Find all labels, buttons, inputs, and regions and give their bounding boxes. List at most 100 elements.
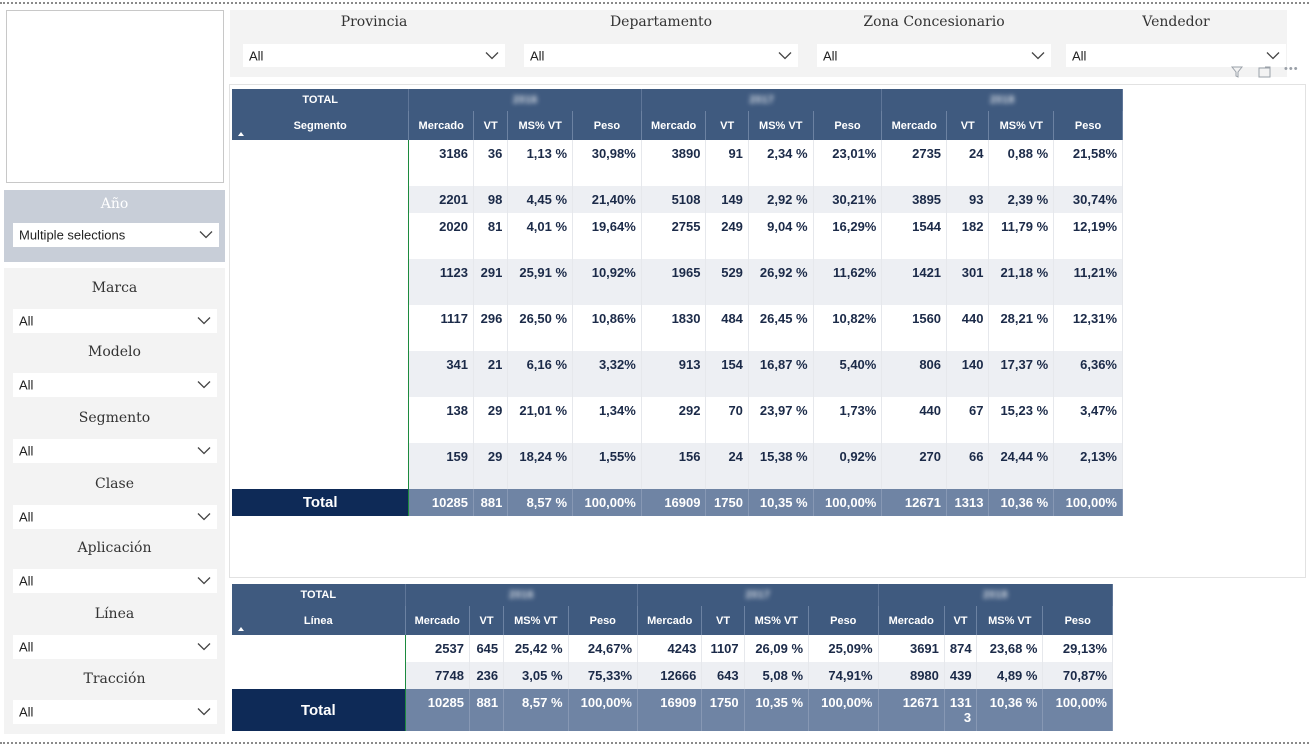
table-cell[interactable]: 156 [641,443,707,489]
table-cell[interactable]: 1560 [881,305,948,351]
row-label-cell[interactable] [232,443,410,489]
table-cell[interactable]: 301 [946,259,990,305]
total-cell[interactable]: 10,36 % [988,489,1055,516]
slicer-dropdown-1[interactable]: All [13,373,217,397]
year-header[interactable]: 2016 [408,89,642,111]
table-cell[interactable]: 23,68 % [976,635,1044,662]
table-cell[interactable]: 28,21 % [988,305,1055,351]
table-cell[interactable]: 1965 [641,259,707,305]
table-cell[interactable]: 29 [473,443,509,489]
measure-header[interactable]: VT [944,606,978,635]
table-cell[interactable]: 17,37 % [988,351,1055,397]
table-cell[interactable]: 3890 [641,140,707,186]
measure-header[interactable]: VT [946,111,990,140]
table-cell[interactable]: 4,89 % [976,662,1044,689]
year-header[interactable]: 2018 [878,584,1113,606]
measure-header[interactable]: Mercado [881,111,948,140]
slicer-dropdown-0[interactable]: All [13,309,217,333]
total-row[interactable]: Total 10285 881 8,57 % 100,00% 16909 1750 10,35… [232,489,1123,516]
table-cell[interactable]: 2,34 % [748,140,814,186]
total-cell[interactable]: 10285 [405,689,470,731]
table-cell[interactable]: 25,91 % [507,259,574,305]
table-cell[interactable]: 5,08 % [744,662,810,689]
table-cell[interactable]: 440 [946,305,990,351]
table-cell[interactable]: 30,98% [572,140,642,186]
table-cell[interactable]: 154 [705,351,749,397]
focus-mode-icon[interactable] [1258,66,1271,80]
table-cell[interactable]: 25,42 % [503,635,569,662]
table-cell[interactable]: 16,29% [813,213,883,259]
year-header[interactable]: 2017 [641,89,883,111]
table-cell[interactable]: 23,97 % [748,397,814,443]
table-cell[interactable]: 18,24 % [507,443,574,489]
measure-header[interactable]: MS% VT [976,606,1044,635]
table-cell[interactable]: 2,13% [1053,443,1123,489]
table-cell[interactable]: 9,04 % [748,213,814,259]
table-cell[interactable]: 11,21% [1053,259,1123,305]
table-cell[interactable]: 2201 [408,186,475,213]
table-cell[interactable]: 0,92% [813,443,883,489]
table-cell[interactable]: 30,21% [813,186,883,213]
sort-ascending-icon[interactable] [238,132,244,136]
table-cell[interactable]: 140 [946,351,990,397]
total-cell[interactable]: 100,00% [1053,489,1123,516]
slicer-dropdown-6[interactable]: All [13,700,217,724]
total-cell[interactable]: 10,35 % [744,689,810,731]
table-cell[interactable]: 15,38 % [748,443,814,489]
total-cell[interactable]: 8,57 % [503,689,569,731]
table-cell[interactable]: 1,55% [572,443,642,489]
table-cell[interactable]: 149 [705,186,749,213]
table-cell[interactable]: 292 [641,397,707,443]
table-cell[interactable]: 36 [473,140,509,186]
row-label-cell[interactable] [232,140,410,186]
table-cell[interactable]: 11,62% [813,259,883,305]
total-cell[interactable]: 881 [469,689,505,731]
table-cell[interactable]: 3,47% [1053,397,1123,443]
table-cell[interactable]: 913 [641,351,707,397]
table-cell[interactable]: 24 [946,140,990,186]
total-row[interactable]: Total 10285 881 8,57 % 100,00% 16909 1750 10,35… [232,689,1113,731]
table-cell[interactable]: 645 [469,635,505,662]
table-cell[interactable]: 29,13% [1042,635,1113,662]
table-cell[interactable]: 21 [473,351,509,397]
total-cell[interactable]: 881 [473,489,509,516]
table-cell[interactable]: 341 [408,351,475,397]
table-cell[interactable]: 6,16 % [507,351,574,397]
table-cell[interactable]: 643 [701,662,745,689]
table-cell[interactable]: 21,18 % [988,259,1055,305]
filter-dropdown-3[interactable]: All [1066,44,1286,67]
table-cell[interactable]: 159 [408,443,475,489]
table-cell[interactable]: 19,64% [572,213,642,259]
row-header-linea[interactable]: Línea [232,606,406,635]
table-cell[interactable]: 182 [946,213,990,259]
row-label-cell[interactable] [232,635,406,662]
measure-header[interactable]: Peso [813,111,883,140]
table-row[interactable]: 138 29 21,01 % 1,34% 292 70 23,97 % 1,73% 440 67 1… [232,397,1123,443]
filter-dropdown-2[interactable]: All [817,44,1051,67]
total-cell[interactable]: 16909 [641,489,707,516]
row-label-cell[interactable] [232,186,410,213]
table-cell[interactable]: 10,86% [572,305,642,351]
table-cell[interactable]: 1107 [701,635,745,662]
total-cell[interactable]: 10,35 % [748,489,814,516]
measure-header[interactable]: MS% VT [744,606,810,635]
total-cell[interactable]: 8,57 % [507,489,574,516]
table-cell[interactable]: 5108 [641,186,707,213]
table-cell[interactable]: 2537 [405,635,470,662]
row-header-segmento[interactable]: Segmento [232,111,410,140]
total-cell[interactable]: 1313 [946,489,990,516]
table-row[interactable]: 7748 236 3,05 % 75,33% 12666 643 5,08 % 74,91% 8… [232,662,1113,689]
table-cell[interactable]: 11,79 % [988,213,1055,259]
table-cell[interactable]: 1117 [408,305,475,351]
table-cell[interactable]: 25,09% [808,635,879,662]
total-cell[interactable]: 10285 [408,489,475,516]
table-cell[interactable]: 2735 [881,140,948,186]
year-header[interactable]: 2016 [405,584,639,606]
table-cell[interactable]: 26,09 % [744,635,810,662]
table-row[interactable]: 2537 645 25,42 % 24,67% 4243 1107 26,09 % 25,09… [232,635,1113,662]
slicer-dropdown-5[interactable]: All [13,635,217,659]
measure-header[interactable]: Peso [808,606,879,635]
table-row[interactable]: 341 21 6,16 % 3,32% 913 154 16,87 % 5,40% 806 140… [232,351,1123,397]
measure-header[interactable]: Mercado [405,606,470,635]
row-label-cell[interactable] [232,351,410,397]
